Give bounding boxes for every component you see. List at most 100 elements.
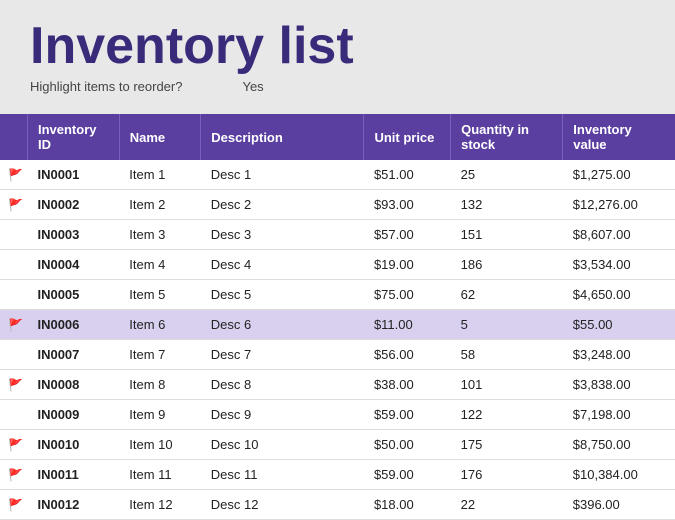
cell-value: $4,650.00 bbox=[563, 280, 675, 310]
flag-icon: 🚩 bbox=[8, 468, 23, 482]
cell-price: $57.00 bbox=[364, 220, 451, 250]
cell-qty: 25 bbox=[451, 160, 563, 190]
flag-cell bbox=[0, 250, 27, 280]
flag-cell bbox=[0, 280, 27, 310]
table-row: IN0007Item 7Desc 7$56.0058$3,248.00 bbox=[0, 340, 675, 370]
col-header-qty: Quantity in stock bbox=[451, 114, 563, 160]
cell-id: IN0009 bbox=[27, 400, 119, 430]
cell-desc: Desc 8 bbox=[201, 370, 364, 400]
cell-desc: Desc 10 bbox=[201, 430, 364, 460]
subtitle-row: Highlight items to reorder? Yes bbox=[30, 79, 645, 94]
cell-name: Item 3 bbox=[119, 220, 201, 250]
flag-cell: 🚩 bbox=[0, 190, 27, 220]
col-header-price: Unit price bbox=[364, 114, 451, 160]
cell-name: Item 8 bbox=[119, 370, 201, 400]
cell-name: Item 6 bbox=[119, 310, 201, 340]
cell-desc: Desc 5 bbox=[201, 280, 364, 310]
cell-name: Item 9 bbox=[119, 400, 201, 430]
flag-cell: 🚩 bbox=[0, 160, 27, 190]
cell-name: Item 4 bbox=[119, 250, 201, 280]
cell-value: $1,275.00 bbox=[563, 160, 675, 190]
cell-price: $59.00 bbox=[364, 400, 451, 430]
flag-cell: 🚩 bbox=[0, 430, 27, 460]
cell-id: IN0012 bbox=[27, 490, 119, 520]
cell-value: $12,276.00 bbox=[563, 190, 675, 220]
cell-desc: Desc 6 bbox=[201, 310, 364, 340]
table-row: IN0005Item 5Desc 5$75.0062$4,650.00 bbox=[0, 280, 675, 310]
cell-qty: 122 bbox=[451, 400, 563, 430]
cell-price: $18.00 bbox=[364, 490, 451, 520]
flag-cell bbox=[0, 400, 27, 430]
table-row: 🚩 IN0001Item 1Desc 1$51.0025$1,275.00 bbox=[0, 160, 675, 190]
cell-value: $55.00 bbox=[563, 310, 675, 340]
cell-id: IN0002 bbox=[27, 190, 119, 220]
flag-cell: 🚩 bbox=[0, 310, 27, 340]
cell-price: $75.00 bbox=[364, 280, 451, 310]
cell-value: $7,198.00 bbox=[563, 400, 675, 430]
cell-qty: 132 bbox=[451, 190, 563, 220]
cell-id: IN0010 bbox=[27, 430, 119, 460]
cell-price: $38.00 bbox=[364, 370, 451, 400]
cell-desc: Desc 2 bbox=[201, 190, 364, 220]
flag-icon: 🚩 bbox=[8, 168, 23, 182]
highlight-label: Highlight items to reorder? bbox=[30, 79, 182, 94]
flag-cell: 🚩 bbox=[0, 370, 27, 400]
cell-desc: Desc 9 bbox=[201, 400, 364, 430]
cell-qty: 62 bbox=[451, 280, 563, 310]
cell-name: Item 5 bbox=[119, 280, 201, 310]
cell-price: $59.00 bbox=[364, 460, 451, 490]
cell-price: $56.00 bbox=[364, 340, 451, 370]
cell-qty: 175 bbox=[451, 430, 563, 460]
cell-value: $8,750.00 bbox=[563, 430, 675, 460]
inventory-table-container: Inventory ID Name Description Unit price… bbox=[0, 114, 675, 520]
cell-value: $3,534.00 bbox=[563, 250, 675, 280]
table-row: 🚩IN0002Item 2Desc 2$93.00132$12,276.00 bbox=[0, 190, 675, 220]
cell-price: $19.00 bbox=[364, 250, 451, 280]
table-row: 🚩IN0010Item 10Desc 10$50.00175$8,750.00 bbox=[0, 430, 675, 460]
cell-desc: Desc 7 bbox=[201, 340, 364, 370]
cell-value: $3,248.00 bbox=[563, 340, 675, 370]
cell-qty: 5 bbox=[451, 310, 563, 340]
cell-price: $51.00 bbox=[364, 160, 451, 190]
cell-id: IN0011 bbox=[27, 460, 119, 490]
table-row: IN0003Item 3Desc 3$57.00151$8,607.00 bbox=[0, 220, 675, 250]
cell-value: $3,838.00 bbox=[563, 370, 675, 400]
flag-icon: 🚩 bbox=[8, 438, 23, 452]
cell-id: IN0004 bbox=[27, 250, 119, 280]
flag-cell bbox=[0, 220, 27, 250]
cell-id: IN0005 bbox=[27, 280, 119, 310]
flag-icon: 🚩 bbox=[8, 378, 23, 392]
cell-qty: 151 bbox=[451, 220, 563, 250]
cell-value: $396.00 bbox=[563, 490, 675, 520]
cell-desc: Desc 1 bbox=[201, 160, 364, 190]
cell-desc: Desc 11 bbox=[201, 460, 364, 490]
flag-cell: 🚩 bbox=[0, 490, 27, 520]
cell-name: Item 1 bbox=[119, 160, 201, 190]
table-row: 🚩 IN0008Item 8Desc 8$38.00101$3,838.00 bbox=[0, 370, 675, 400]
col-header-desc: Description bbox=[201, 114, 364, 160]
flag-cell: 🚩 bbox=[0, 460, 27, 490]
cell-qty: 176 bbox=[451, 460, 563, 490]
flag-icon: 🚩 bbox=[8, 198, 23, 212]
cell-qty: 22 bbox=[451, 490, 563, 520]
flag-cell bbox=[0, 340, 27, 370]
inventory-table: Inventory ID Name Description Unit price… bbox=[0, 114, 675, 520]
flag-col-header bbox=[0, 114, 27, 160]
cell-qty: 101 bbox=[451, 370, 563, 400]
highlight-value: Yes bbox=[242, 79, 263, 94]
col-header-name: Name bbox=[119, 114, 201, 160]
cell-id: IN0007 bbox=[27, 340, 119, 370]
page-header: Inventory list Highlight items to reorde… bbox=[0, 0, 675, 104]
cell-name: Item 12 bbox=[119, 490, 201, 520]
cell-qty: 186 bbox=[451, 250, 563, 280]
cell-price: $11.00 bbox=[364, 310, 451, 340]
cell-id: IN0001 bbox=[27, 160, 119, 190]
cell-price: $93.00 bbox=[364, 190, 451, 220]
flag-icon: 🚩 bbox=[8, 318, 23, 332]
cell-id: IN0008 bbox=[27, 370, 119, 400]
cell-name: Item 7 bbox=[119, 340, 201, 370]
cell-name: Item 11 bbox=[119, 460, 201, 490]
flag-icon: 🚩 bbox=[8, 498, 23, 512]
cell-desc: Desc 4 bbox=[201, 250, 364, 280]
table-header-row: Inventory ID Name Description Unit price… bbox=[0, 114, 675, 160]
